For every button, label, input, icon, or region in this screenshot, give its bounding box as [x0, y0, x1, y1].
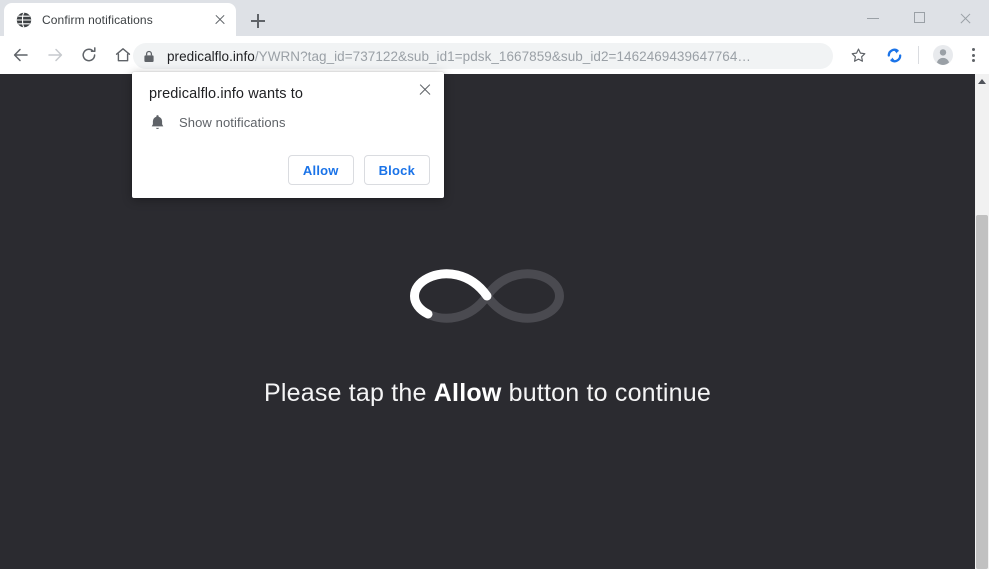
block-button[interactable]: Block — [363, 155, 430, 185]
home-icon — [115, 48, 131, 62]
infinity-loading-spinner — [410, 269, 564, 323]
browser-window: Confirm notifications predicalflo.info/Y… — [0, 0, 989, 569]
scroll-up-arrow-icon — [978, 78, 986, 84]
forward-icon — [48, 48, 63, 62]
reload-icon — [82, 47, 96, 62]
menu-dot — [971, 59, 975, 63]
url-host: predicalflo.info — [167, 48, 255, 64]
permission-dialog-title: predicalflo.info wants to — [149, 86, 304, 102]
star-icon — [851, 47, 865, 62]
browser-menu-button[interactable] — [961, 40, 985, 70]
forward-button[interactable] — [40, 40, 70, 70]
vertical-scrollbar[interactable] — [975, 74, 989, 569]
scrollbar-thumb[interactable] — [976, 215, 988, 569]
menu-dot — [971, 47, 975, 51]
tab-strip: Confirm notifications — [0, 0, 989, 36]
back-button[interactable] — [6, 40, 36, 70]
allow-button[interactable]: Allow — [287, 155, 354, 185]
permission-dialog-actions: Allow Block — [278, 155, 430, 185]
toolbar-actions — [840, 40, 985, 70]
url-path: /YWRN?tag_id=737122&sub_id1=pdsk_1667859… — [254, 48, 751, 64]
browser-tab[interactable]: Confirm notifications — [4, 3, 236, 36]
globe-icon — [16, 11, 32, 28]
window-controls — [851, 0, 989, 36]
new-tab-button[interactable] — [244, 7, 272, 35]
permission-label: Show notifications — [179, 115, 286, 130]
address-bar[interactable]: predicalflo.info/YWRN?tag_id=737122&sub_… — [133, 43, 833, 69]
close-dialog-button[interactable] — [416, 81, 434, 99]
address-bar-url: predicalflo.info/YWRN?tag_id=737122&sub_… — [167, 49, 751, 64]
lock-icon — [144, 50, 154, 62]
notification-permission-dialog: predicalflo.info wants to Show notificat… — [132, 72, 444, 198]
menu-dot — [971, 53, 975, 57]
minimize-window-button[interactable] — [851, 2, 897, 34]
avatar-icon — [933, 45, 953, 65]
headline-prefix: Please tap the — [264, 379, 434, 407]
bookmark-button[interactable] — [843, 40, 873, 70]
toolbar-divider — [918, 46, 919, 64]
extension-sync-button[interactable] — [879, 40, 909, 70]
headline-suffix: button to continue — [501, 379, 711, 407]
reload-button[interactable] — [74, 40, 104, 70]
sync-icon — [887, 48, 901, 62]
tab-title: Confirm notifications — [42, 12, 153, 27]
back-icon — [13, 48, 28, 62]
scroll-up-button[interactable] — [975, 74, 989, 88]
profile-button[interactable] — [928, 40, 958, 70]
page-headline: Please tap the Allow button to continue — [0, 379, 975, 408]
maximize-window-button[interactable] — [897, 2, 943, 34]
bell-icon — [151, 115, 164, 130]
close-tab-icon[interactable] — [212, 12, 228, 28]
browser-toolbar: predicalflo.info/YWRN?tag_id=737122&sub_… — [0, 36, 989, 74]
headline-emphasis: Allow — [433, 379, 502, 407]
permission-request-row: Show notifications — [150, 114, 286, 131]
site-security-chip[interactable] — [139, 46, 159, 66]
close-window-button[interactable] — [943, 2, 989, 34]
